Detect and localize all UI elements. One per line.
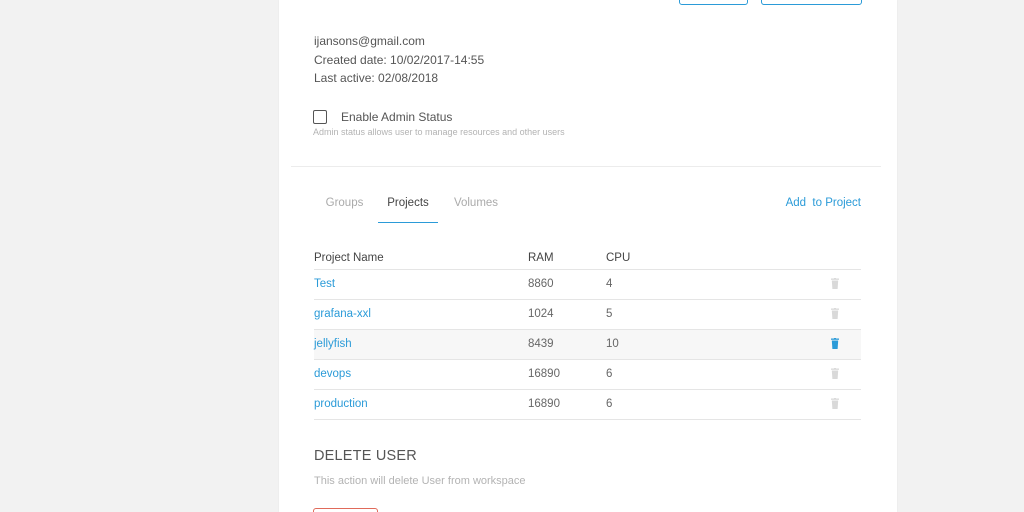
trash-icon[interactable]: [831, 398, 839, 409]
project-ram: 8439: [528, 338, 554, 350]
project-cpu: 6: [606, 368, 613, 380]
user-last-active: Last active: 02/08/2018: [314, 71, 439, 85]
admin-status-checkbox[interactable]: [313, 110, 327, 124]
tab-bar: Groups Projects Volumes Add to Project: [314, 187, 861, 223]
project-name-link[interactable]: jellyfish: [314, 338, 352, 350]
project-cpu: 4: [606, 278, 613, 290]
add-to-project-link[interactable]: Add to Project: [786, 187, 861, 220]
admin-status-row: Enable Admin Status: [313, 110, 452, 124]
header-cpu: CPU: [606, 252, 631, 264]
user-detail-card: ijansons@gmail.com Created date: 10/02/2…: [279, 0, 897, 512]
header-project-name: Project Name: [314, 252, 384, 264]
delete-user-description: This action will delete User from worksp…: [314, 475, 526, 487]
project-cpu: 5: [606, 308, 613, 320]
project-ram: 1024: [528, 308, 554, 320]
project-ram: 16890: [528, 368, 560, 380]
section-divider: [291, 166, 881, 167]
tab-projects[interactable]: Projects: [378, 187, 438, 223]
trash-icon[interactable]: [831, 278, 839, 289]
top-action-button-1[interactable]: [679, 0, 748, 5]
user-email: ijansons@gmail.com: [314, 34, 425, 48]
trash-icon[interactable]: [831, 338, 839, 349]
table-row: Test 8860 4: [314, 270, 861, 300]
projects-table: Project Name RAM CPU Test 8860 4 grafana…: [314, 248, 861, 420]
project-cpu: 6: [606, 398, 613, 410]
project-name-link[interactable]: devops: [314, 368, 351, 380]
top-action-button-2[interactable]: [761, 0, 862, 5]
admin-status-help: Admin status allows user to manage resou…: [313, 127, 565, 137]
delete-user-button[interactable]: [313, 508, 378, 512]
header-ram: RAM: [528, 252, 554, 264]
table-row: jellyfish 8439 10: [314, 330, 861, 360]
admin-status-label[interactable]: Enable Admin Status: [341, 110, 452, 124]
trash-icon[interactable]: [831, 368, 839, 379]
project-name-link[interactable]: grafana-xxl: [314, 308, 371, 320]
project-name-link[interactable]: production: [314, 398, 368, 410]
project-ram: 16890: [528, 398, 560, 410]
table-row: production 16890 6: [314, 390, 861, 420]
table-row: grafana-xxl 1024 5: [314, 300, 861, 330]
trash-icon[interactable]: [831, 308, 839, 319]
project-cpu: 10: [606, 338, 619, 350]
delete-user-title: DELETE USER: [314, 448, 417, 464]
tab-volumes[interactable]: Volumes: [444, 187, 508, 223]
table-header: Project Name RAM CPU: [314, 248, 861, 270]
project-ram: 8860: [528, 278, 554, 290]
user-created-date: Created date: 10/02/2017-14:55: [314, 52, 485, 67]
tab-groups[interactable]: Groups: [314, 187, 375, 223]
table-row: devops 16890 6: [314, 360, 861, 390]
project-name-link[interactable]: Test: [314, 278, 335, 290]
user-info: ijansons@gmail.com Created date: 10/02/2…: [314, 32, 484, 88]
